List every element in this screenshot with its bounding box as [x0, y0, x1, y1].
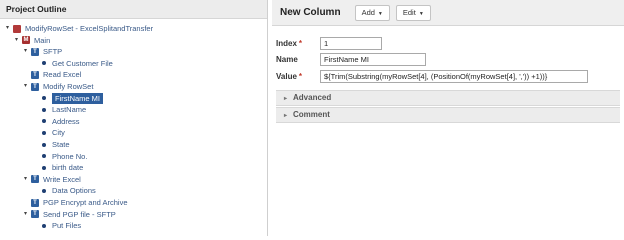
tree-item[interactable]: ▾ T SFTP	[22, 46, 62, 57]
project-outline-header: Project Outline	[0, 0, 267, 19]
name-input[interactable]	[320, 52, 426, 66]
expand-toggle-icon[interactable]: ▾	[22, 209, 29, 220]
edit-button[interactable]: Edit ▼	[395, 4, 431, 21]
tree-item-label: Address	[52, 116, 80, 126]
tree-item-label: Phone No.	[52, 151, 88, 161]
index-row: Index *	[276, 36, 382, 50]
name-label: Name	[276, 54, 298, 64]
tree-item-label: Data Options	[52, 186, 96, 196]
task-icon: T	[31, 82, 39, 91]
bullet-icon	[42, 165, 46, 170]
tree-item[interactable]: T Read Excel	[22, 69, 81, 80]
project-outline-panel: Project Outline ▾ ModifyRowSet - ExcelSpl…	[0, 0, 268, 236]
tree-item[interactable]: LastName	[31, 104, 86, 115]
tree-item-label: birth date	[52, 163, 84, 173]
tree-item-label: ModifyRowSet - ExcelSplitandTransfer	[25, 24, 154, 33]
tree-item[interactable]: FirstName MI	[31, 92, 103, 104]
expand-toggle-icon[interactable]: ▾	[22, 81, 29, 92]
project-icon	[13, 24, 21, 33]
task-icon: T	[31, 198, 39, 207]
tree-item[interactable]: ▾ ModifyRowSet - ExcelSplitandTransfer	[4, 23, 153, 34]
tree-item-label: City	[52, 128, 65, 138]
tree-item-label: Get Customer File	[52, 58, 113, 68]
expand-toggle-icon[interactable]: ▾	[22, 46, 29, 57]
tree-item[interactable]: ▾ M Main	[13, 35, 50, 46]
task-icon: T	[31, 47, 39, 56]
tree-item[interactable]: birth date	[31, 162, 83, 173]
advanced-section[interactable]: ▸ Advanced	[276, 90, 620, 106]
tree-item[interactable]: ▾ T Send PGP file - SFTP	[22, 209, 116, 220]
module-icon: M	[22, 36, 30, 45]
index-input[interactable]	[320, 36, 382, 50]
tree-item[interactable]: State	[31, 139, 70, 150]
chevron-right-icon: ▸	[284, 113, 288, 119]
tree-item-label: PGP Encrypt and Archive	[43, 198, 128, 207]
add-button-label: Add	[361, 7, 375, 17]
bullet-icon	[42, 154, 46, 159]
bullet-icon	[42, 223, 46, 228]
bullet-icon	[42, 107, 46, 112]
value-row: Value *	[276, 69, 588, 83]
tree-item-label: State	[52, 140, 70, 149]
tree-item[interactable]: Get Customer File	[31, 58, 113, 69]
bullet-icon	[42, 130, 46, 135]
tree-item[interactable]: Data Options	[31, 185, 96, 196]
editor-title: New Column	[280, 7, 341, 18]
expand-toggle-icon[interactable]: ▾	[4, 23, 11, 34]
value-label-text: Value	[276, 71, 297, 81]
bullet-icon	[42, 119, 46, 124]
index-label-text: Index	[276, 38, 297, 48]
chevron-right-icon: ▸	[284, 96, 288, 102]
index-label: Index *	[276, 39, 320, 48]
bullet-icon	[42, 188, 46, 193]
tree-item[interactable]: Put Files	[31, 220, 81, 231]
tree-item[interactable]: ▾ T Modify RowSet	[22, 81, 93, 92]
tree-item-label: Main	[34, 35, 51, 45]
required-mark: *	[298, 38, 303, 48]
tree-item[interactable]: Address	[31, 116, 80, 127]
comment-label: Comment	[293, 110, 330, 119]
required-mark: *	[298, 71, 303, 81]
advanced-label: Advanced	[293, 93, 332, 102]
tree-item-label: Read Excel	[43, 70, 82, 80]
task-icon: T	[31, 210, 39, 219]
tree-item[interactable]: City	[31, 127, 65, 138]
tree-item-label: Modify RowSet	[43, 82, 94, 91]
tree-item[interactable]: ▾ T Write Excel	[22, 174, 81, 185]
bullet-icon	[42, 96, 46, 101]
tree-item-label: FirstName MI	[52, 92, 103, 104]
expand-toggle-icon[interactable]: ▾	[22, 174, 29, 185]
edit-button-label: Edit	[402, 7, 416, 17]
bullet-icon	[42, 142, 46, 147]
name-row: Name	[276, 52, 426, 66]
tree-item-label: Write Excel	[43, 174, 81, 184]
editor-panel: New Column Add▼ Edit▼ Index* Name Value*…	[272, 0, 624, 236]
add-button[interactable]: Add ▼	[354, 4, 390, 21]
expand-toggle-icon[interactable]: ▾	[13, 35, 20, 46]
comment-section[interactable]: ▸ Comment	[276, 107, 620, 123]
value-label: Value *	[276, 72, 320, 81]
chevron-down-icon: ▼	[418, 10, 424, 17]
editor-header: New Column Add ▼ Edit ▼	[272, 0, 624, 26]
tree-item-label: Send PGP file - SFTP	[43, 209, 116, 219]
value-input[interactable]	[320, 69, 588, 83]
tree-item-label: SFTP	[43, 47, 63, 57]
tree-item[interactable]: Phone No.	[31, 151, 87, 162]
tree-item-label: Put Files	[52, 221, 82, 231]
chevron-down-icon: ▼	[377, 10, 383, 17]
task-icon: T	[31, 175, 39, 184]
tree-item-label: LastName	[52, 105, 87, 115]
tree-item[interactable]: T PGP Encrypt and Archive	[22, 197, 128, 208]
bullet-icon	[42, 61, 46, 66]
task-icon: T	[31, 70, 39, 79]
